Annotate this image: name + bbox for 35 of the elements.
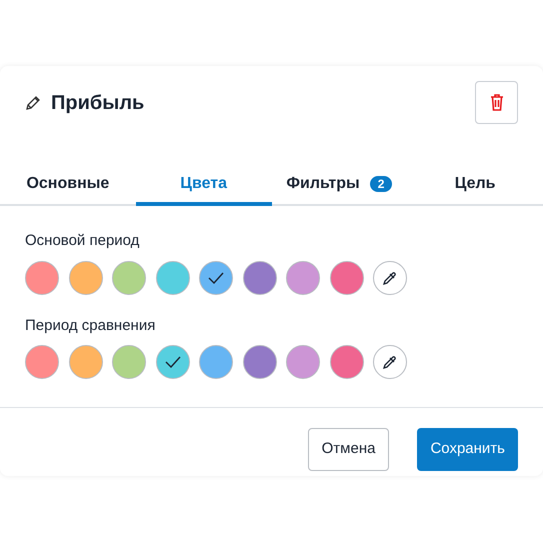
color-swatch[interactable] — [25, 345, 59, 379]
color-swatch[interactable] — [68, 345, 102, 379]
color-swatch[interactable] — [112, 260, 146, 294]
count-badge: 2 — [370, 176, 392, 192]
eyedropper-icon — [382, 354, 398, 370]
color-swatch[interactable] — [112, 345, 146, 379]
trash-icon — [490, 94, 504, 111]
check-icon — [164, 356, 180, 368]
color-swatch[interactable] — [330, 260, 364, 294]
color-swatch[interactable] — [199, 260, 233, 294]
cancel-button[interactable]: Отмена — [308, 428, 390, 471]
color-picker-button[interactable] — [373, 345, 407, 379]
eyedropper-icon — [382, 270, 398, 286]
section-label: Период сравнения — [25, 316, 156, 336]
color-swatch[interactable] — [242, 345, 276, 379]
color-swatch[interactable] — [286, 260, 320, 294]
tab[interactable]: Фильтры 2 — [272, 162, 408, 206]
color-swatch[interactable] — [156, 260, 190, 294]
color-swatch[interactable] — [25, 260, 59, 294]
color-swatch[interactable] — [330, 345, 364, 379]
tab[interactable]: Цель — [407, 162, 543, 206]
section-label: Основой период — [25, 231, 140, 251]
check-icon — [208, 272, 224, 284]
tab[interactable]: Цвета — [136, 162, 272, 206]
color-swatch[interactable] — [156, 345, 190, 379]
color-swatch[interactable] — [242, 260, 276, 294]
dialog-title: Прибыль — [51, 90, 144, 116]
color-swatch[interactable] — [68, 260, 102, 294]
color-swatch[interactable] — [199, 345, 233, 379]
color-swatch[interactable] — [286, 345, 320, 379]
tab[interactable]: Основные — [0, 162, 136, 206]
pencil-icon — [25, 94, 41, 110]
save-button[interactable]: Сохранить — [417, 428, 518, 471]
delete-button[interactable] — [475, 81, 518, 124]
color-picker-button[interactable] — [373, 260, 407, 294]
